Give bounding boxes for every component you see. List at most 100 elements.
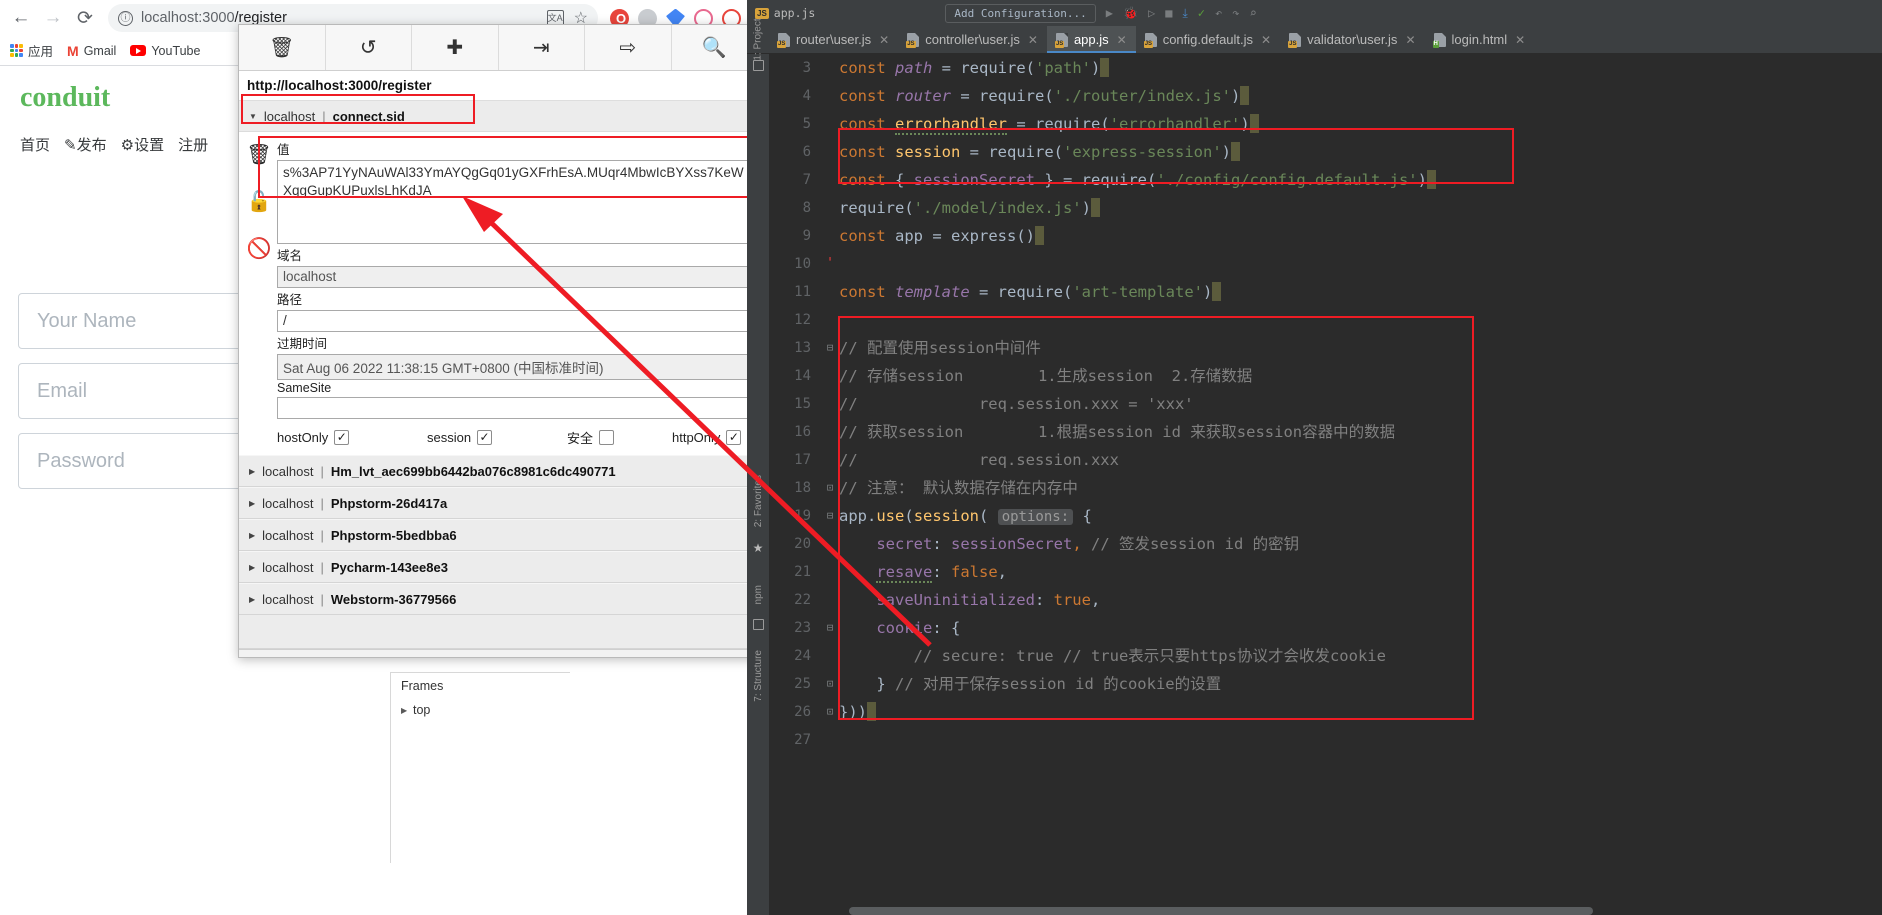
inlay-hint: options: xyxy=(997,508,1074,525)
cookie-editor-popup[interactable]: 🗑 ↺ ✚ ⇥ ⇨ 🔍 http://localhost:3000/regist… xyxy=(238,24,758,658)
fold-marker[interactable]: ⊡ xyxy=(821,474,839,502)
save-check-icon[interactable]: ✔ xyxy=(485,655,510,657)
ide-left-rail: 2: Favorites ★ npm 7: Structure xyxy=(747,54,769,915)
domain-input[interactable]: localhost xyxy=(277,266,757,288)
fold-marker[interactable]: ⊡ xyxy=(821,670,839,698)
close-icon[interactable]: ✕ xyxy=(1117,33,1127,47)
close-icon[interactable]: ✕ xyxy=(1515,33,1525,47)
import-icon[interactable]: ⇥ xyxy=(499,25,585,70)
tab-label: config.default.js xyxy=(1162,32,1254,47)
site-info-icon[interactable]: ⓘ xyxy=(118,10,133,26)
code-line-14: 14 // 存储session 1.生成session 2.存储数据 xyxy=(769,362,1882,390)
frames-panel: Frames ▶ top xyxy=(390,672,570,863)
cookie-flags: hostOnly ✓ session ✓ 安全 httpOnly ✓ xyxy=(277,428,757,447)
bookmark-youtube[interactable]: YouTube xyxy=(130,44,200,58)
search-icon[interactable]: 🔍 xyxy=(672,25,758,70)
forward-button[interactable]: → xyxy=(38,3,68,33)
line-number: 13 xyxy=(794,340,811,356)
httponly-checkbox[interactable]: httpOnly ✓ xyxy=(672,430,742,445)
run-icon[interactable]: ▶ xyxy=(1106,6,1113,20)
code-text: const errorhandler = require('errorhandl… xyxy=(839,110,1259,138)
list-item[interactable]: ▶ localhost | Phpstorm-26d417a xyxy=(239,487,757,519)
git-update-icon[interactable]: ⤓ xyxy=(1182,6,1187,21)
samesite-input[interactable] xyxy=(277,397,757,419)
unlock-icon[interactable]: 🔓 xyxy=(247,189,272,214)
list-item[interactable]: ▶ localhost | Pycharm-143ee8e3 xyxy=(239,551,757,583)
back-button[interactable]: ← xyxy=(6,3,36,33)
nav-link-register[interactable]: 注册 xyxy=(178,134,208,155)
bookmark-apps[interactable]: 应用 xyxy=(10,41,53,60)
session-checkbox[interactable]: session ✓ xyxy=(427,430,567,445)
checkbox-box: ✓ xyxy=(477,430,493,445)
favorites-rail-label[interactable]: 2: Favorites xyxy=(753,475,764,527)
redo-icon[interactable]: ↷ xyxy=(1232,6,1239,20)
code-text: } // 对用于保存session id 的cookie的设置 xyxy=(839,675,1222,693)
secure-checkbox[interactable]: 安全 xyxy=(567,428,672,447)
error-marker-icon[interactable]: ' xyxy=(821,250,839,278)
nav-link-home[interactable]: 首页 xyxy=(20,134,50,155)
bookmark-gmail[interactable]: M Gmail xyxy=(67,43,116,59)
npm-rail-label[interactable]: npm xyxy=(753,585,764,604)
breadcrumb[interactable]: JS app.js xyxy=(755,6,815,20)
cookie-fields: 值 s%3AP71YyNAuWAl33YmAYQgGq01yGXFrhEsA.M… xyxy=(277,138,757,447)
fold-marker[interactable]: ⊟ xyxy=(821,502,839,530)
code-text: const path = require('path') xyxy=(839,54,1110,82)
tab-login-html[interactable]: H login.html ✕ xyxy=(1425,26,1535,53)
stop-icon[interactable]: ■ xyxy=(1165,6,1172,20)
fold-marker[interactable]: ⊟ xyxy=(821,334,839,362)
close-icon[interactable]: ✕ xyxy=(1028,33,1038,47)
list-item[interactable]: ▶ localhost | Webstorm-36779566 xyxy=(239,583,757,615)
hostonly-checkbox[interactable]: hostOnly ✓ xyxy=(277,430,427,445)
project-tool-window-label[interactable]: 1: Project xyxy=(747,18,769,61)
value-textarea[interactable]: s%3AP71YyNAuWAl33YmAYQgGq01yGXFrhEsA.MUq… xyxy=(277,160,757,244)
code-editor[interactable]: 3 const path = require('path') 4 const r… xyxy=(769,54,1882,915)
tab-controller-user-js[interactable]: JS controller\user.js ✕ xyxy=(898,26,1047,53)
delete-cookie-icon[interactable]: 🗑 xyxy=(246,142,271,167)
refresh-icon[interactable]: ↺ xyxy=(326,25,412,70)
tab-label: validator\user.js xyxy=(1307,32,1398,47)
code-text: // 获取session 1.根据session id 来获取session容器… xyxy=(839,423,1396,441)
code-text: saveUninitialized: true, xyxy=(876,591,1101,609)
git-commit-icon[interactable]: ✓ xyxy=(1198,6,1205,20)
nav-link-publish[interactable]: ✎发布 xyxy=(64,134,107,155)
delete-icon[interactable]: 🗑 xyxy=(239,25,326,70)
undo-icon[interactable]: ↶ xyxy=(1215,6,1222,20)
bookmark-label: YouTube xyxy=(151,43,201,58)
fold-marker[interactable]: ⊡ xyxy=(821,698,839,726)
list-item[interactable]: ▶ localhost | Hm_lvt_aec699bb6442ba076c8… xyxy=(239,455,757,487)
fold-marker[interactable]: ⊟ xyxy=(821,614,839,642)
structure-rail-label[interactable]: 7: Structure xyxy=(753,650,764,702)
tab-config-default-js[interactable]: JS config.default.js ✕ xyxy=(1136,26,1280,53)
block-icon[interactable]: 🚫 xyxy=(247,236,272,261)
run-configuration-selector[interactable]: Add Configuration... xyxy=(945,3,1096,23)
search-everywhere-icon[interactable]: ⌕ xyxy=(1249,6,1256,20)
reload-button[interactable]: ⟳ xyxy=(70,3,100,33)
close-icon[interactable]: ✕ xyxy=(1261,33,1271,47)
tab-validator-user-js[interactable]: JS validator\user.js ✕ xyxy=(1280,26,1424,53)
debug-icon[interactable]: 🐞 xyxy=(1123,6,1138,20)
export-icon[interactable]: ⇨ xyxy=(585,25,672,70)
frames-item-top[interactable]: ▶ top xyxy=(391,699,570,721)
site-brand[interactable]: conduit xyxy=(20,82,110,114)
list-item[interactable]: ▶ localhost | Phpstorm-5bedbba6 xyxy=(239,519,757,551)
code-text: // 存储session 1.生成session 2.存储数据 xyxy=(839,367,1253,385)
cookie-selected-header[interactable]: ▼ localhost | connect.sid xyxy=(239,101,757,132)
npm-icon[interactable] xyxy=(752,618,764,630)
tab-router-user-js[interactable]: JS router\user.js ✕ xyxy=(769,26,898,53)
tab-label: router\user.js xyxy=(796,32,872,47)
youtube-icon xyxy=(130,45,147,56)
html-file-icon: H xyxy=(1432,32,1446,48)
nav-link-settings[interactable]: ⚙设置 xyxy=(121,134,164,155)
close-icon[interactable]: ✕ xyxy=(1405,33,1415,47)
project-files-icon[interactable] xyxy=(752,60,764,71)
run-coverage-icon[interactable]: ▷ xyxy=(1148,6,1155,20)
tab-label: login.html xyxy=(1451,32,1508,47)
tab-app-js[interactable]: JS app.js ✕ xyxy=(1046,26,1136,53)
close-icon[interactable]: ✕ xyxy=(879,33,889,47)
editor-horizontal-scrollbar[interactable] xyxy=(849,907,1882,915)
cookie-separator: | xyxy=(320,527,324,543)
add-icon[interactable]: ✚ xyxy=(412,25,499,70)
expires-input[interactable]: Sat Aug 06 2022 11:38:15 GMT+0800 (中国标准时… xyxy=(277,354,757,380)
star-icon[interactable]: ★ xyxy=(753,541,764,555)
path-input[interactable]: / xyxy=(277,310,757,332)
